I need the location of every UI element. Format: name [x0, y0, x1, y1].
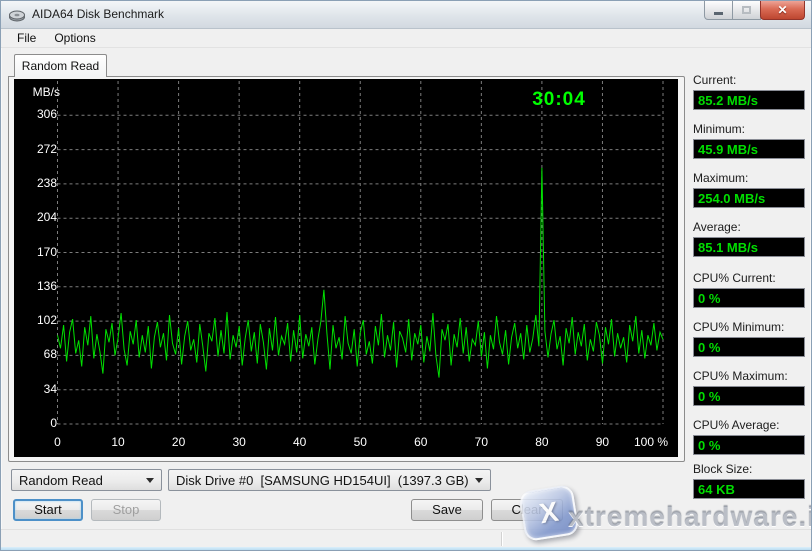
elapsed-time: 30:04 — [532, 89, 586, 110]
menu-options[interactable]: Options — [45, 30, 104, 46]
stat-label: Minimum: — [693, 122, 746, 136]
stat-label: Average: — [693, 220, 741, 234]
app-icon — [9, 10, 25, 22]
x-axis-tick-label: 10 — [111, 435, 125, 449]
stat-label: Current: — [693, 73, 737, 87]
x-axis-tick-label: 40 — [293, 435, 307, 449]
close-button[interactable]: ✕ — [760, 1, 805, 20]
chart-canvas — [57, 81, 664, 425]
stat-minimum: Minimum: 45.9 MB/s — [693, 122, 805, 159]
stat-label: CPU% Minimum: — [693, 320, 785, 334]
stats-panel: Current: 85.2 MB/s Minimum: 45.9 MB/s Ma… — [693, 73, 805, 499]
tab-random-read[interactable]: Random Read — [14, 54, 107, 77]
stat-cpu-current: CPU% Current: 0 % — [693, 271, 805, 308]
window-bottom-edge — [1, 547, 811, 550]
minimize-icon — [714, 12, 723, 15]
benchmark-line-chart: MB/s 30:04 306 272 238 204 170 136 102 68 34 0 0 10… — [14, 79, 678, 457]
title-bar: AIDA64 Disk Benchmark ✕ — [1, 1, 811, 29]
benchmark-type-select[interactable]: Random Read — [11, 469, 162, 491]
y-axis-tick-label: 170 — [36, 244, 57, 259]
menu-file[interactable]: File — [8, 30, 45, 46]
y-axis-tick-label: 204 — [36, 210, 57, 225]
stat-value: 64 KB — [693, 479, 805, 499]
stat-value: 45.9 MB/s — [693, 139, 805, 159]
x-axis-tick-label: 80 — [535, 435, 549, 449]
x-axis-tick-label: 30 — [232, 435, 246, 449]
x-axis-tick-label: 20 — [171, 435, 186, 449]
x-axis-tick-label: 70 — [474, 435, 489, 449]
stat-current: Current: 85.2 MB/s — [693, 73, 805, 110]
maximize-button[interactable] — [732, 1, 761, 20]
disk-drive-value: Disk Drive #0 [SAMSUNG HD154UI] (1397.3 … — [176, 472, 469, 488]
save-button[interactable]: Save — [411, 499, 483, 521]
stat-label: CPU% Maximum: — [693, 369, 788, 383]
stat-label: CPU% Average: — [693, 418, 780, 432]
stat-average: Average: 85.1 MB/s — [693, 220, 805, 257]
y-axis-tick-label: 102 — [36, 313, 57, 328]
stat-label: CPU% Current: — [693, 271, 776, 285]
stat-cpu-maximum: CPU% Maximum: 0 % — [693, 369, 805, 406]
status-bar-divider — [501, 532, 502, 546]
stat-label: Block Size: — [693, 462, 753, 476]
y-axis-tick-label: 272 — [36, 141, 57, 156]
x-axis-tick-label: 0 — [54, 435, 61, 449]
stat-value: 85.1 MB/s — [693, 237, 805, 257]
stat-cpu-average: CPU% Average: 0 % — [693, 418, 805, 455]
menu-bar: File Options — [1, 29, 811, 48]
disk-drive-select[interactable]: Disk Drive #0 [SAMSUNG HD154UI] (1397.3 … — [168, 469, 491, 491]
benchmark-type-value: Random Read — [19, 472, 103, 488]
y-axis-tick-label: 68 — [43, 347, 57, 362]
minimize-button[interactable] — [704, 1, 733, 20]
window-controls: ✕ — [704, 1, 805, 20]
stat-value: 0 % — [693, 435, 805, 455]
y-axis-tick-label: 34 — [43, 381, 57, 396]
chevron-down-icon — [475, 478, 483, 483]
y-axis-tick-label: 136 — [36, 278, 57, 293]
start-button[interactable]: Start — [13, 499, 83, 521]
stat-label: Maximum: — [693, 171, 749, 185]
y-axis-unit-label: MB/s — [32, 85, 60, 99]
stop-button[interactable]: Stop — [91, 499, 161, 521]
stat-value: 0 % — [693, 386, 805, 406]
x-axis-tick-label: 60 — [414, 435, 428, 449]
x-axis-tick-label: 50 — [353, 435, 367, 449]
stat-cpu-minimum: CPU% Minimum: 0 % — [693, 320, 805, 357]
watermark-text: xtremehardware.it — [568, 501, 812, 532]
stat-value: 254.0 MB/s — [693, 188, 805, 208]
stat-value: 85.2 MB/s — [693, 90, 805, 110]
stat-value: 0 % — [693, 337, 805, 357]
maximize-icon — [742, 6, 751, 14]
y-axis-tick-label: 306 — [36, 107, 57, 122]
y-axis-tick-label: 0 — [50, 416, 57, 430]
app-window: AIDA64 Disk Benchmark ✕ File Options Ran… — [0, 0, 812, 551]
y-axis-tick-label: 238 — [36, 175, 57, 190]
stat-block-size: Block Size: 64 KB — [693, 462, 805, 499]
stat-maximum: Maximum: 254.0 MB/s — [693, 171, 805, 208]
chevron-down-icon — [146, 478, 154, 483]
stat-value: 0 % — [693, 288, 805, 308]
x-axis-tick-label: 100 % — [633, 435, 669, 449]
window-title: AIDA64 Disk Benchmark — [32, 7, 165, 21]
